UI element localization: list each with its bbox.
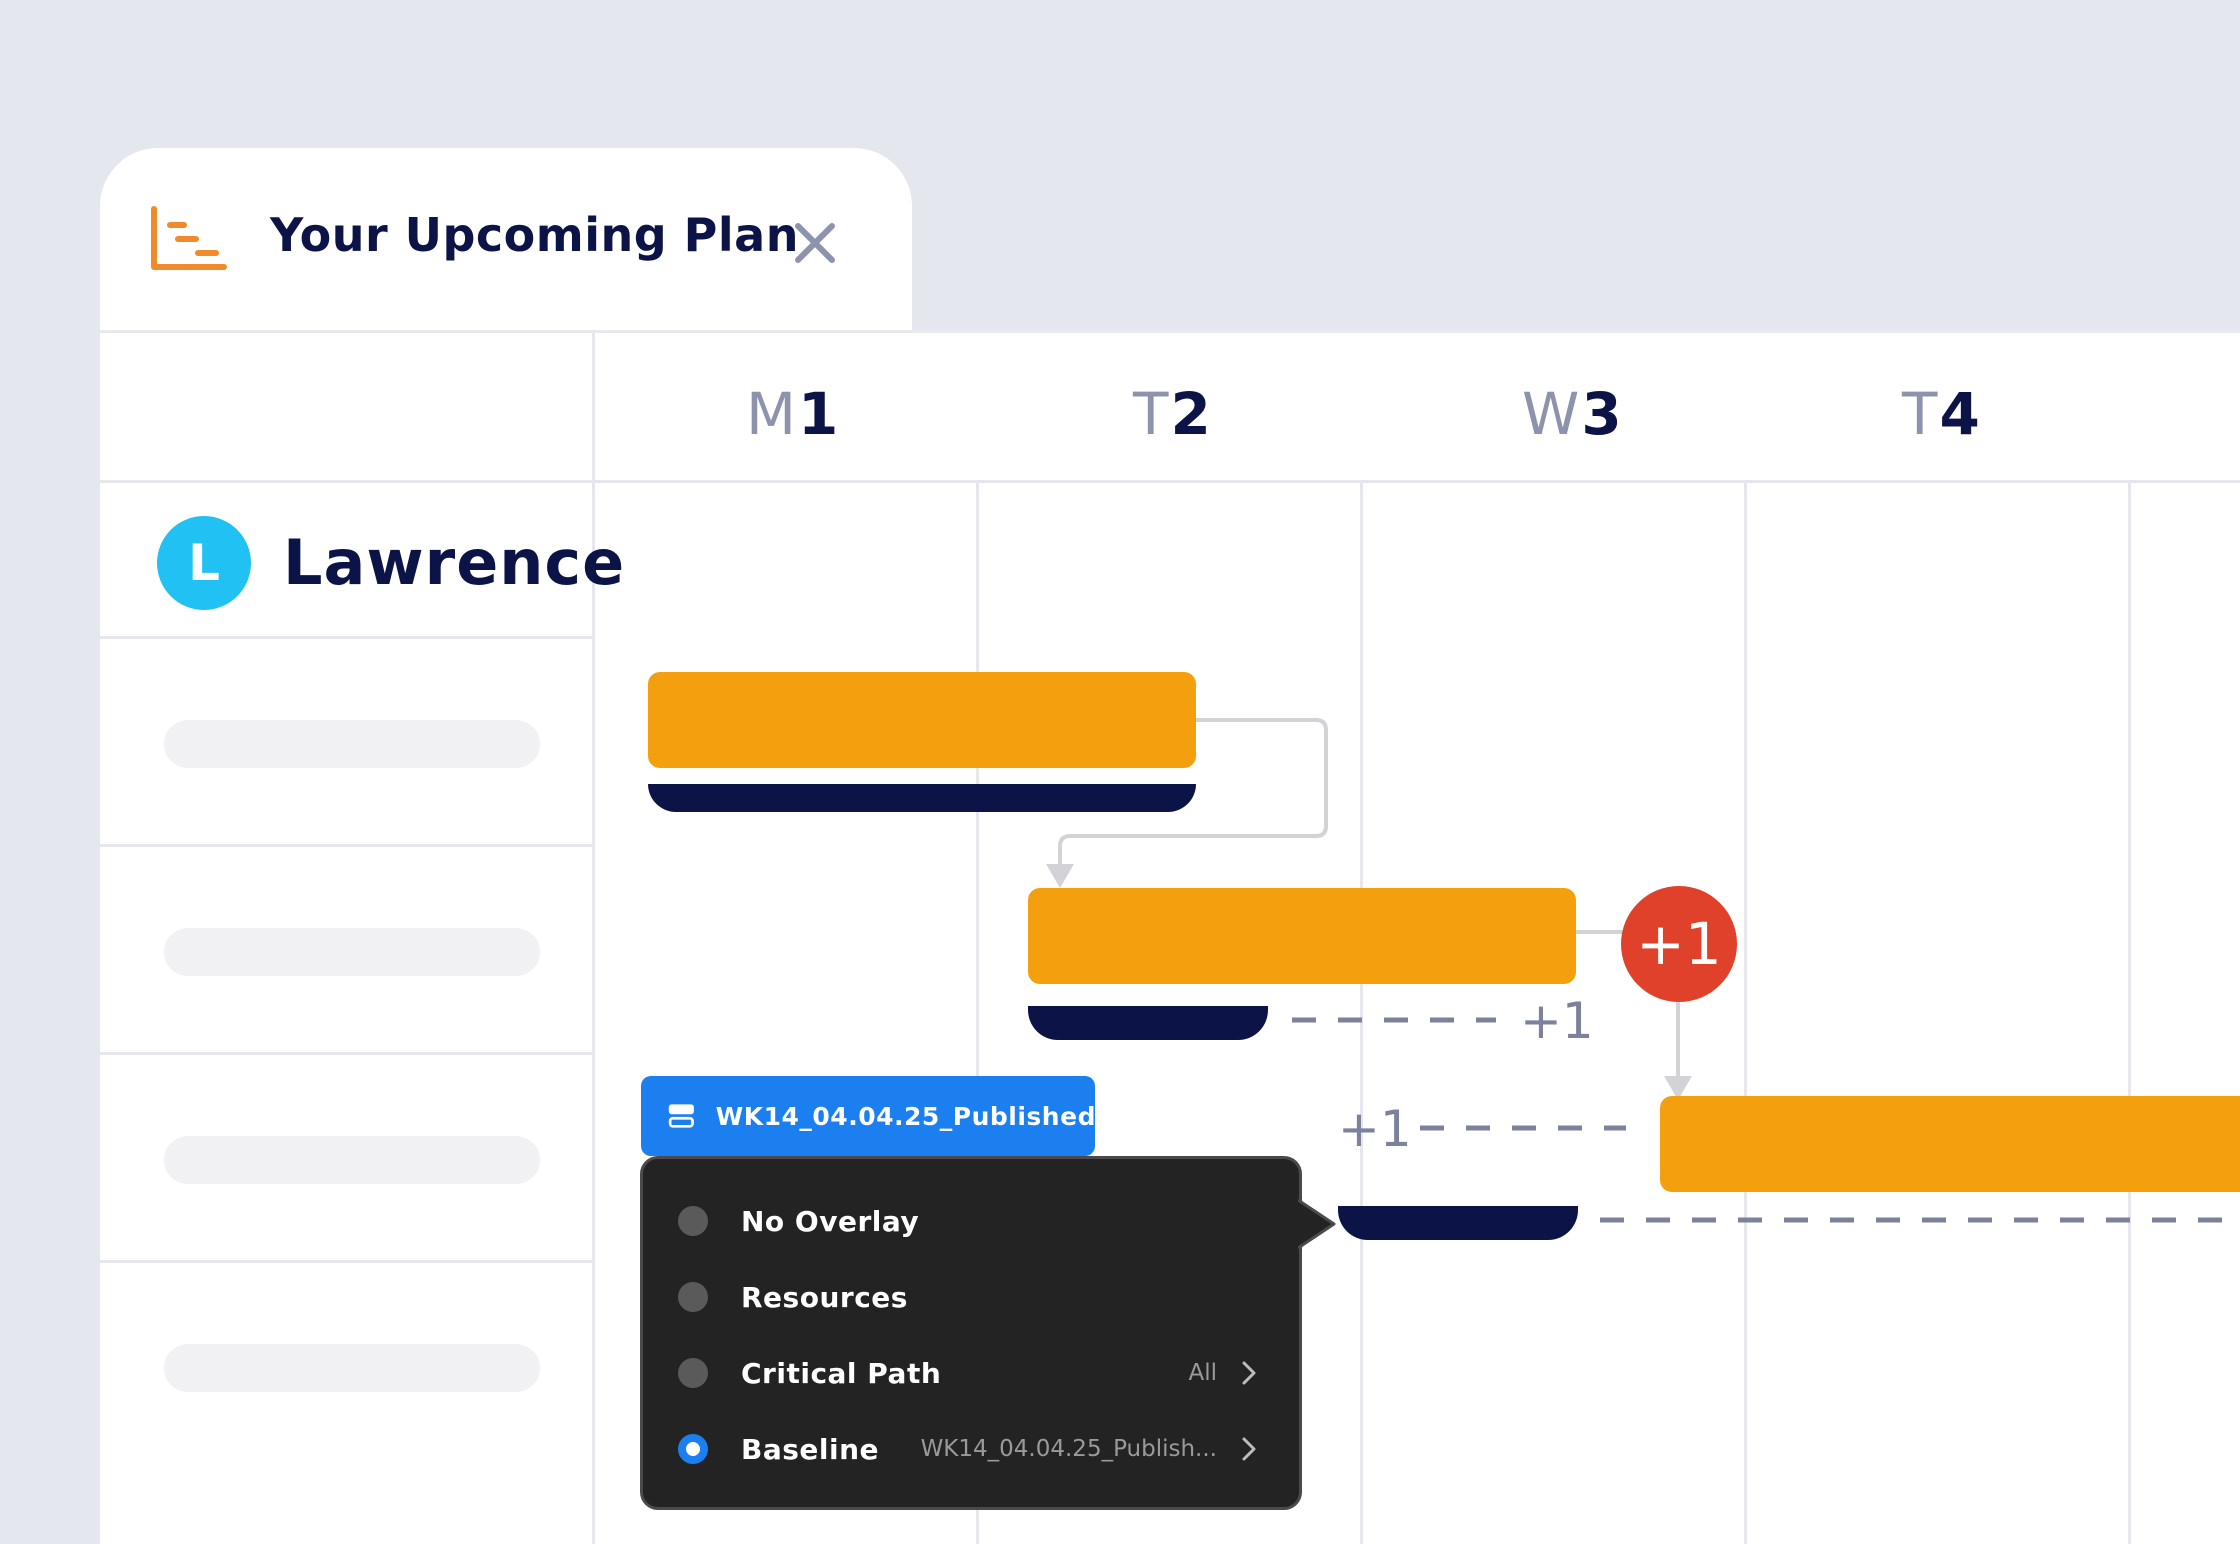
task-bar[interactable] — [1028, 888, 1576, 984]
baseline-bar — [1028, 1006, 1268, 1040]
baseline-selector-label: WK14_04.04.25_Published_... — [715, 1101, 1095, 1131]
app-window: Your Upcoming Plan M1 T2 W3 T4 L Lawrenc… — [0, 0, 2240, 1544]
menu-item-label: Critical Path — [741, 1356, 942, 1390]
delay-badge[interactable]: +1 — [1621, 886, 1737, 1002]
radio-icon — [678, 1282, 708, 1312]
menu-item-label: No Overlay — [741, 1204, 920, 1238]
radio-icon — [678, 1358, 708, 1388]
menu-item-resources[interactable]: Resources — [643, 1262, 1299, 1332]
menu-item-no-overlay[interactable]: No Overlay — [643, 1186, 1299, 1256]
menu-item-label: Baseline — [741, 1432, 880, 1466]
menu-item-label: Resources — [741, 1280, 908, 1314]
chevron-right-icon — [1242, 1437, 1256, 1461]
menu-item-critical-path[interactable]: Critical Path All — [643, 1338, 1299, 1408]
menu-item-value: WK14_04.04.25_Publish... — [920, 1436, 1217, 1462]
chevron-right-icon — [1242, 1361, 1256, 1385]
variance-label: +1 — [1338, 1100, 1412, 1158]
radio-icon — [678, 1206, 708, 1236]
menu-pointer — [1298, 1198, 1336, 1250]
variance-label: +1 — [1520, 992, 1594, 1050]
radio-selected-icon — [678, 1434, 708, 1464]
dependency-arrow — [1046, 864, 1074, 888]
menu-item-value: All — [1188, 1360, 1217, 1386]
menu-item-baseline[interactable]: Baseline WK14_04.04.25_Publish... — [643, 1414, 1299, 1484]
baseline-bar — [1338, 1206, 1578, 1240]
task-bar[interactable] — [648, 672, 1196, 768]
overlay-menu: No Overlay Resources Critical Path All B… — [640, 1156, 1302, 1510]
baseline-bar — [648, 784, 1196, 812]
layers-icon — [668, 1104, 694, 1128]
baseline-selector-button[interactable]: WK14_04.04.25_Published_... — [641, 1076, 1095, 1156]
task-bar[interactable] — [1660, 1096, 2240, 1192]
